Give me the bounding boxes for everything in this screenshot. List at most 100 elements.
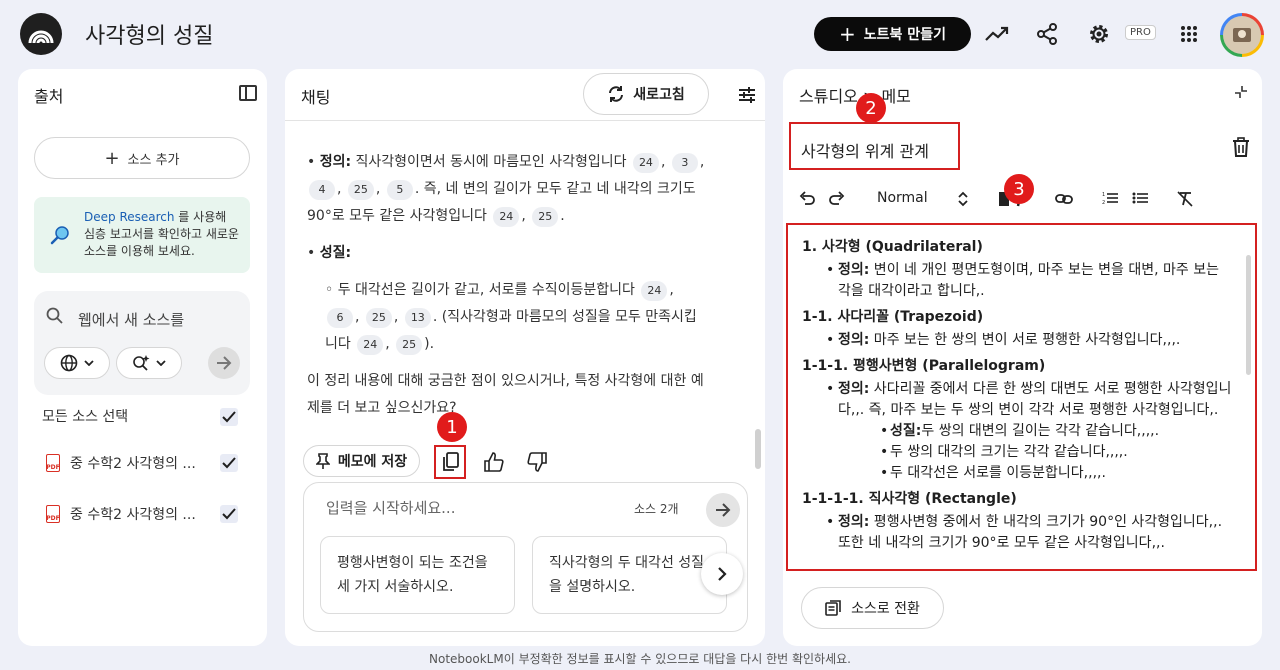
- citation-chip[interactable]: 24: [632, 153, 659, 173]
- memo-scrollbar[interactable]: [1246, 255, 1251, 375]
- bullet-list-icon[interactable]: [1132, 191, 1148, 205]
- arrow-right-icon: [716, 503, 731, 517]
- thumbs-down-button[interactable]: [522, 447, 552, 477]
- convert-to-source-button[interactable]: 소스로 전환: [801, 587, 944, 629]
- memo-bullet: 두 대각선은 서로를 이등분합니다,,,,.: [802, 463, 1232, 484]
- notebook-title[interactable]: 사각형의 성질: [85, 18, 213, 50]
- collapse-panel-icon[interactable]: [239, 85, 257, 101]
- select-all-label: 모든 소스 선택: [42, 409, 129, 425]
- deep-research-link[interactable]: Deep Research: [84, 210, 174, 224]
- property-item: ◦ 두 대각선은 길이가 같고, 서로를 수직이등분합니다 24, 6, 25,…: [307, 277, 707, 358]
- svg-text:2: 2: [1102, 200, 1105, 205]
- redo-icon[interactable]: [829, 191, 845, 205]
- source-checkbox[interactable]: [220, 454, 238, 472]
- undo-icon[interactable]: [799, 191, 815, 205]
- citation-chip[interactable]: 24: [493, 207, 520, 227]
- select-arrows-icon[interactable]: [958, 191, 968, 207]
- citation-chip[interactable]: 24: [357, 335, 384, 355]
- avatar-image: [1223, 16, 1261, 54]
- settings-button[interactable]: [1084, 19, 1114, 49]
- collapse-memo-button[interactable]: [1234, 85, 1248, 103]
- refresh-button[interactable]: 새로고침: [583, 73, 709, 115]
- chevron-down-icon: [156, 360, 166, 366]
- arrow-right-icon: [217, 356, 232, 370]
- chat-title: 채팅: [301, 88, 331, 107]
- save-to-memo-button[interactable]: 메모에 저장: [303, 445, 420, 477]
- suggestion-chip[interactable]: 직사각형의 두 대각선 성질을 설명하시오.: [532, 536, 727, 614]
- source-item[interactable]: PDF 중 수학2 사각형의 ...: [46, 502, 246, 526]
- memo-bullet-label: 정의:: [838, 332, 870, 348]
- definition-label: 정의:: [319, 154, 352, 170]
- check-icon: [222, 508, 236, 520]
- citation-chip[interactable]: 25: [396, 335, 423, 355]
- clear-format-icon[interactable]: [1177, 191, 1193, 207]
- link-icon[interactable]: [1055, 193, 1073, 205]
- suggestions-next-button[interactable]: [701, 553, 743, 595]
- web-search-submit-button[interactable]: [208, 347, 240, 379]
- breadcrumb[interactable]: 스튜디오 > 메모: [799, 83, 911, 107]
- analytics-button[interactable]: [982, 19, 1012, 49]
- chat-input[interactable]: 입력을 시작하세요...: [326, 497, 455, 518]
- web-search-box: 웹에서 새 소스를: [34, 291, 250, 395]
- annotation-badge-3: 3: [1004, 174, 1034, 204]
- citation-chip[interactable]: 24: [641, 281, 668, 301]
- memo-content[interactable]: 1. 사각형 (Quadrilateral) 정의: 변이 네 개인 평면도형이며…: [802, 237, 1232, 554]
- apps-button[interactable]: [1174, 19, 1204, 49]
- memo-bullet-label: 정의:: [838, 262, 870, 278]
- chevron-down-icon: [84, 360, 94, 366]
- source-count: 소스 2개: [634, 502, 679, 516]
- trending-up-icon: [985, 26, 1009, 41]
- web-search-input[interactable]: 웹에서 새 소스를: [78, 309, 184, 330]
- property-text-3: ).: [424, 336, 435, 352]
- citation-chip[interactable]: 13: [404, 308, 431, 328]
- format-select[interactable]: Normal: [877, 190, 928, 206]
- share-button[interactable]: [1032, 19, 1062, 49]
- plus-icon: +: [839, 22, 856, 46]
- memo-bullet: 정의: 평행사변형 중에서 한 내각의 크기가 90°인 사각형입니다,,. 또…: [802, 512, 1232, 554]
- citation-chip[interactable]: 25: [347, 180, 374, 200]
- property-heading: • 성질:: [307, 245, 352, 261]
- research-mode-select[interactable]: [116, 347, 182, 379]
- suggestion-chip[interactable]: 평행사변형이 되는 조건을 세 가지 서술하시오.: [320, 536, 515, 614]
- account-avatar[interactable]: [1220, 13, 1264, 57]
- source-checkbox[interactable]: [220, 505, 238, 523]
- memo-title[interactable]: 사각형의 위계 관계: [801, 138, 929, 162]
- send-button[interactable]: [706, 493, 740, 527]
- trash-icon[interactable]: [1232, 137, 1250, 157]
- numbered-list-icon[interactable]: 12: [1102, 191, 1118, 205]
- notebooklm-logo-icon: [28, 30, 54, 44]
- convert-icon: [825, 600, 841, 616]
- citation-chip[interactable]: 3: [671, 153, 698, 173]
- tune-icon[interactable]: [737, 85, 757, 105]
- annotation-badge-2: 2: [856, 93, 886, 123]
- annotation-badge-1: 1: [437, 412, 467, 442]
- followup-question: 이 정리 내용에 대해 궁금한 점이 있으시거나, 특정 사각형에 대한 예제를…: [307, 373, 704, 416]
- memo-bullet: 두 쌍의 대각의 크기는 각각 같습니다,,,,.: [802, 442, 1232, 463]
- svg-text:1: 1: [1102, 192, 1105, 198]
- citation-chip[interactable]: 5: [386, 180, 413, 200]
- source-item[interactable]: PDF 중 수학2 사각형의 ...: [46, 451, 246, 475]
- pin-icon: [315, 453, 330, 469]
- new-notebook-button[interactable]: + 노트북 만들기: [814, 17, 971, 51]
- chat-scrollbar[interactable]: [755, 429, 761, 469]
- memo-bullet-text: 두 쌍의 대변의 길이는 각각 같습니다,,,,.: [921, 423, 1160, 439]
- studio-panel: 스튜디오 > 메모 2 사각형의 위계 관계 Normal 3 12 1. 사각…: [783, 69, 1262, 646]
- apps-grid-icon: [1181, 26, 1197, 42]
- web-source-select[interactable]: [44, 347, 110, 379]
- citation-chip[interactable]: 6: [327, 308, 353, 328]
- thumbs-up-button[interactable]: [479, 447, 509, 477]
- chat-message: • 정의: 직사각형이면서 동시에 마름모인 사각형입니다 24, 3, 4, …: [307, 149, 707, 432]
- plus-icon: +: [104, 147, 120, 169]
- memo-bullet-text: 마주 보는 한 쌍의 변이 서로 평행한 사각형입니다,,,.: [869, 332, 1181, 348]
- sparkle-search-icon: [133, 355, 150, 371]
- sources-header: 출처: [18, 69, 267, 121]
- search-icon: [46, 307, 63, 324]
- add-source-button[interactable]: + 소스 추가: [34, 137, 250, 179]
- thumbs-down-icon: [527, 452, 547, 472]
- citation-chip[interactable]: 25: [365, 308, 392, 328]
- chat-composer: 입력을 시작하세요... 소스 2개 평행사변형이 되는 조건을 세 가지 서술…: [303, 482, 748, 632]
- select-all-checkbox[interactable]: [220, 408, 238, 426]
- notebooklm-logo[interactable]: [20, 13, 62, 55]
- citation-chip[interactable]: 25: [532, 207, 559, 227]
- citation-chip[interactable]: 4: [309, 180, 335, 200]
